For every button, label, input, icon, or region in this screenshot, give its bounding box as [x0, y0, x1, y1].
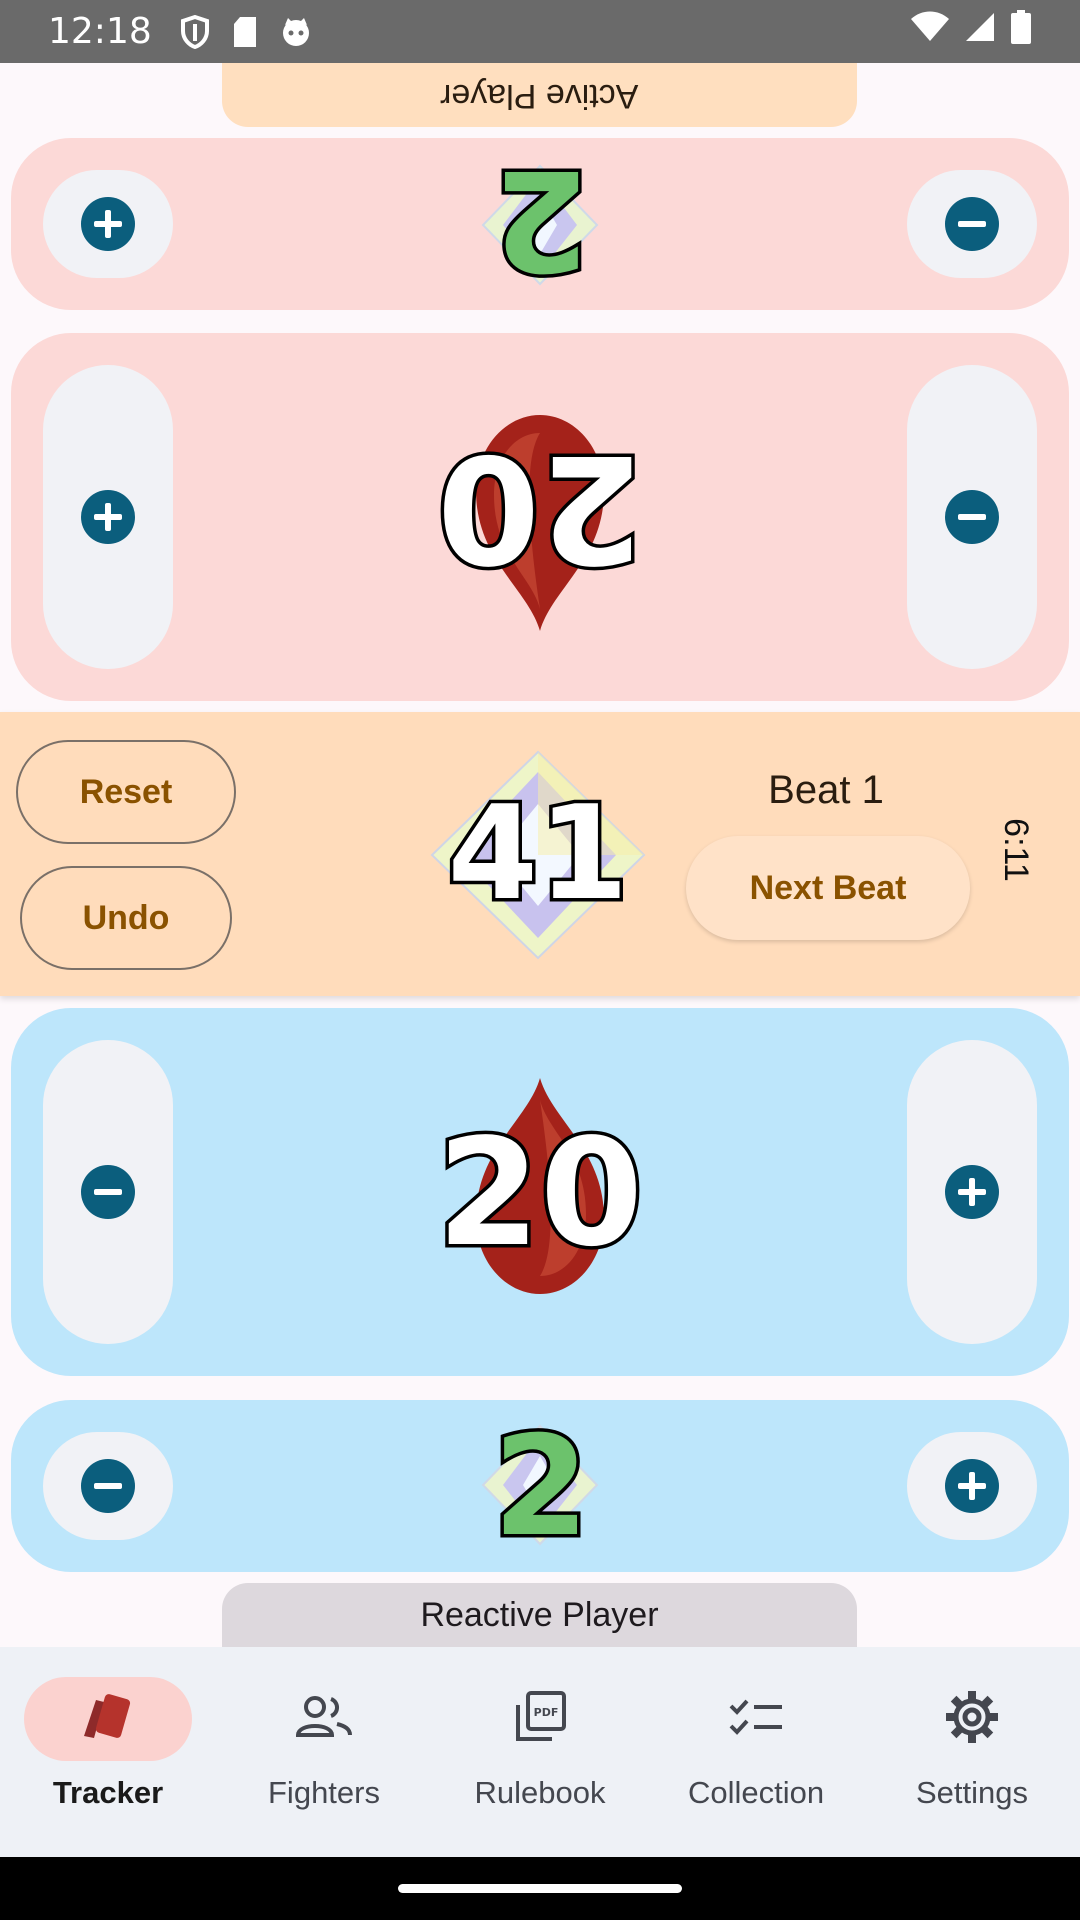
wifi-icon	[910, 11, 950, 52]
top-life-value: 20	[434, 419, 647, 598]
status-time: 12:18	[48, 11, 152, 52]
bottom-life-decrement-button[interactable]	[43, 1040, 173, 1344]
cards-icon	[80, 1692, 136, 1747]
nav-tracker[interactable]: Tracker	[0, 1647, 216, 1857]
nav-rulebook[interactable]: PDF Rulebook	[432, 1647, 648, 1857]
minus-icon	[81, 1459, 135, 1513]
gear-icon	[945, 1690, 999, 1749]
undo-button[interactable]: Undo	[20, 866, 232, 970]
beat-label: Beat 1	[768, 768, 884, 812]
bottom-life-increment-button[interactable]	[907, 1040, 1037, 1344]
nav-label-settings: Settings	[915, 1775, 1028, 1810]
minus-icon	[945, 490, 999, 544]
top-force-value: 2	[489, 136, 592, 304]
gesture-bar	[0, 1857, 1080, 1920]
nav-label-rulebook: Rulebook	[474, 1775, 606, 1810]
reactive-player-label: Reactive Player	[420, 1595, 659, 1634]
signal-icon	[964, 11, 996, 52]
nav-indicator	[24, 1677, 192, 1761]
plus-icon	[945, 1165, 999, 1219]
top-life-increment-button[interactable]	[43, 365, 173, 669]
bottom-force-increment-button[interactable]	[907, 1432, 1037, 1540]
sd-card-icon	[232, 16, 258, 48]
top-force-increment-button[interactable]	[43, 170, 173, 278]
top-force-decrement-button[interactable]	[907, 170, 1037, 278]
checklist-icon	[728, 1697, 784, 1742]
svg-text:PDF: PDF	[534, 1706, 559, 1719]
top-force-panel: 2	[11, 136, 1069, 310]
nav-label-tracker: Tracker	[52, 1775, 164, 1810]
pool-value: 41	[444, 775, 632, 932]
people-icon	[295, 1695, 353, 1744]
plus-icon	[81, 490, 135, 544]
control-band: Reset Undo 41 Beat 1 Next Beat 6:11	[0, 712, 1080, 996]
nav-label-fighters: Fighters	[268, 1775, 380, 1810]
minus-icon	[945, 197, 999, 251]
next-beat-button[interactable]: Next Beat	[686, 836, 970, 940]
shield-icon	[180, 14, 210, 49]
active-player-tab: Active Player	[222, 63, 857, 127]
plus-icon	[945, 1459, 999, 1513]
active-player-label: Active Player	[440, 76, 639, 115]
bottom-force-value: 2	[489, 1406, 592, 1567]
minus-icon	[81, 1165, 135, 1219]
reset-button[interactable]: Reset	[16, 740, 236, 844]
nav-label-collection: Collection	[687, 1775, 825, 1810]
bottom-navigation: Tracker Fighters PDF Rulebook Collection…	[0, 1647, 1080, 1857]
status-bar: 12:18	[0, 0, 1080, 63]
bottom-force-panel: 2	[11, 1400, 1069, 1572]
bottom-force-decrement-button[interactable]	[43, 1432, 173, 1540]
home-gesture-handle[interactable]	[398, 1884, 682, 1893]
pdf-icon: PDF	[514, 1690, 566, 1748]
bottom-life-value: 20	[434, 1105, 647, 1282]
top-life-decrement-button[interactable]	[907, 365, 1037, 669]
battery-icon	[1010, 10, 1032, 53]
nav-fighters[interactable]: Fighters	[216, 1647, 432, 1857]
plus-icon	[81, 197, 135, 251]
top-life-panel: 20	[11, 333, 1069, 701]
cat-icon	[280, 16, 312, 48]
bottom-life-panel: 20	[11, 1008, 1069, 1376]
nav-settings[interactable]: Settings	[864, 1647, 1080, 1857]
game-timer: 6:11	[997, 818, 1035, 882]
nav-collection[interactable]: Collection	[648, 1647, 864, 1857]
reactive-player-tab: Reactive Player	[222, 1583, 857, 1647]
